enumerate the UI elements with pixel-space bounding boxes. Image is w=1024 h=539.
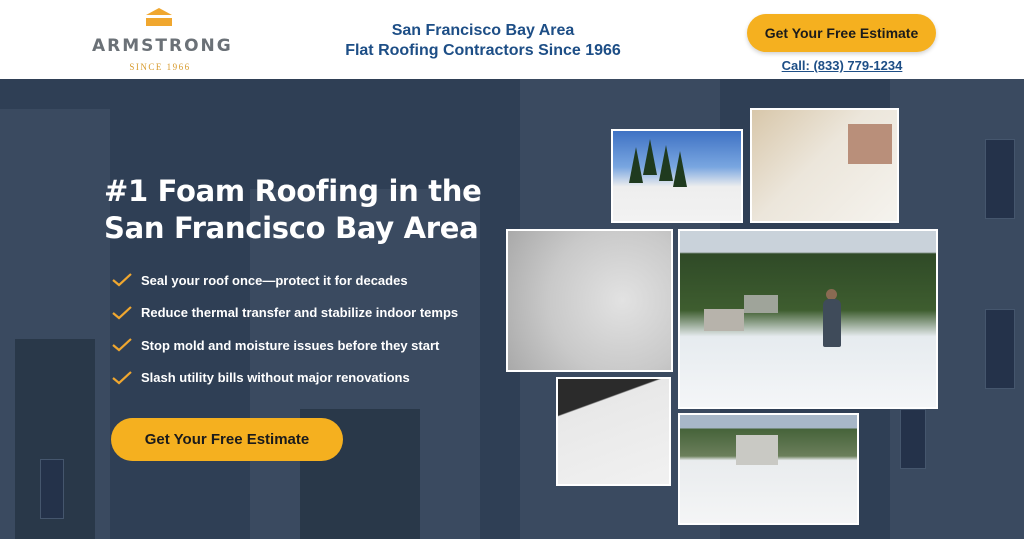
background-window (900, 409, 926, 469)
benefit-text: Seal your roof once—protect it for decad… (141, 272, 408, 288)
photo-foam-edge-bracket (556, 377, 671, 486)
tagline-line-1: San Francisco Bay Area (391, 22, 575, 39)
benefit-text: Reduce thermal transfer and stabilize in… (141, 305, 459, 321)
logo-since: SINCE 1966 (129, 62, 191, 72)
background-window (985, 139, 1015, 219)
background-window (40, 459, 64, 519)
check-icon (112, 273, 132, 287)
header-tagline: San Francisco Bay Area Flat Roofing Cont… (330, 21, 636, 61)
roof-logo-icon (146, 8, 172, 28)
list-item: Seal your roof once—protect it for decad… (112, 264, 492, 297)
check-icon (112, 370, 132, 385)
background-window (985, 309, 1015, 389)
photo-white-roof-trees (611, 129, 743, 223)
headline-line-1: #1 Foam Roofing in the (104, 174, 482, 208)
photo-finished-foam-roof (678, 413, 859, 525)
benefit-text: Stop mold and moisture issues before the… (141, 337, 440, 353)
hero-estimate-button[interactable]: Get Your Free Estimate (111, 418, 343, 461)
list-item: Slash utility bills without major renova… (112, 362, 492, 395)
list-item: Stop mold and moisture issues before the… (112, 329, 492, 362)
hero-section: #1 Foam Roofing in the San Francisco Bay… (0, 79, 1024, 539)
check-icon (112, 305, 132, 320)
tagline-line-2: Flat Roofing Contractors Since 1966 (345, 42, 621, 59)
site-header: ARMSTRONG SINCE 1966 San Francisco Bay A… (0, 0, 1024, 79)
header-estimate-button[interactable]: Get Your Free Estimate (747, 14, 936, 52)
photo-worker-on-roof (678, 229, 938, 409)
call-phone-link[interactable]: Call: (833) 779-1234 (760, 58, 924, 73)
logo-wordmark: ARMSTRONG (92, 36, 233, 56)
benefit-text: Slash utility bills without major renova… (141, 370, 410, 386)
armstrong-logo[interactable]: ARMSTRONG SINCE 1966 (92, 6, 233, 74)
check-icon (112, 338, 132, 352)
photo-foam-spraying (750, 108, 899, 223)
hero-headline: #1 Foam Roofing in the San Francisco Bay… (104, 173, 524, 247)
benefit-list: Seal your roof once—protect it for decad… (112, 264, 492, 394)
photo-foam-texture-closeup (506, 229, 673, 372)
list-item: Reduce thermal transfer and stabilize in… (112, 297, 492, 330)
headline-line-2: San Francisco Bay Area (104, 211, 479, 245)
